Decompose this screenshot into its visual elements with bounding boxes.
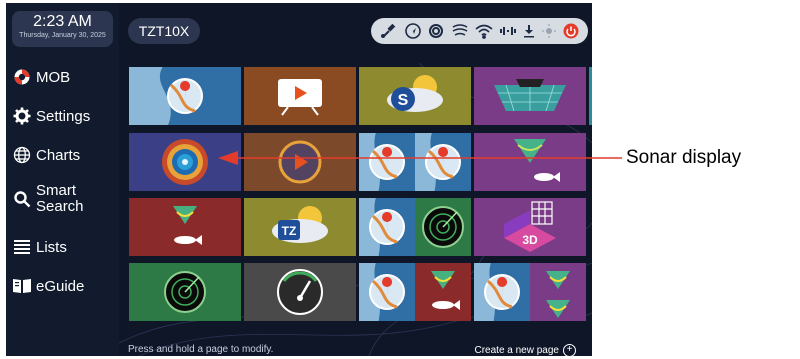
callout-arrow: [218, 151, 622, 165]
callout-label: Sonar display: [626, 147, 742, 168]
